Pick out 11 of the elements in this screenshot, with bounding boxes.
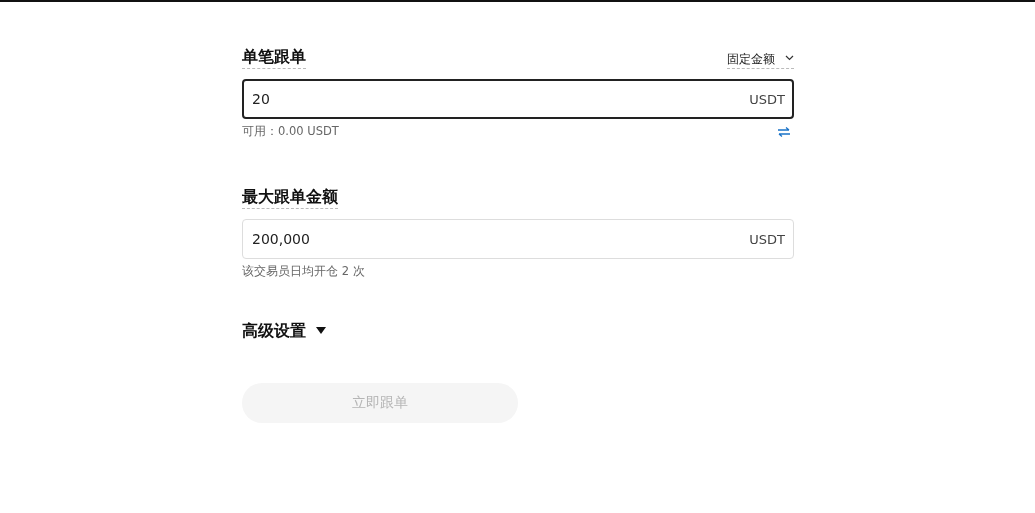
caret-icon — [316, 327, 326, 334]
unit-label: USDT — [749, 231, 785, 250]
hint-text: 可用：0.00 USDT — [242, 123, 339, 140]
swap-icon[interactable] — [778, 126, 790, 137]
chevron-down-icon — [785, 54, 794, 61]
unit-label: USDT — [749, 91, 785, 109]
section-title: 单笔跟单 — [242, 46, 306, 69]
mode-dropdown[interactable]: 固定金额 — [727, 50, 794, 69]
advanced-settings-toggle[interactable]: 高级设置 — [242, 318, 326, 343]
section-title: 最大跟单金额 — [242, 186, 338, 210]
hint-text: 该交易员日均开仓 2 次 — [242, 263, 365, 281]
